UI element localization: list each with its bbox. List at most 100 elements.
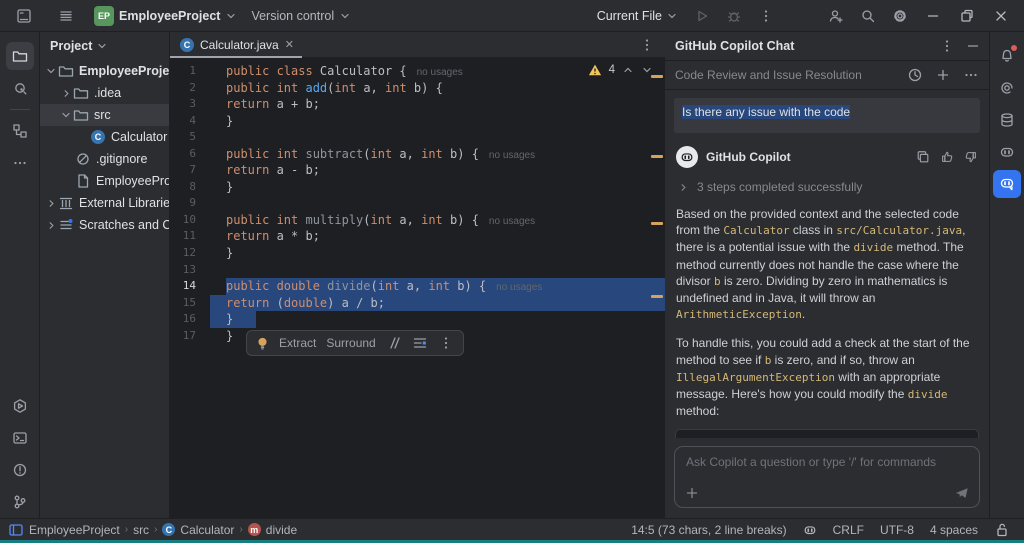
next-problem-icon[interactable] bbox=[641, 64, 653, 76]
chat-history-icon[interactable] bbox=[907, 67, 923, 83]
line-number[interactable]: 15 bbox=[170, 295, 196, 312]
notifications-icon[interactable] bbox=[993, 42, 1021, 70]
thread-more-icon[interactable] bbox=[963, 67, 979, 83]
code-line-9[interactable]: 9 bbox=[170, 195, 665, 212]
extract-button[interactable]: Extract bbox=[279, 336, 316, 350]
terminal-icon[interactable] bbox=[6, 424, 34, 452]
problems-icon[interactable] bbox=[6, 456, 34, 484]
chat-input-field[interactable] bbox=[684, 453, 970, 481]
line-number[interactable]: 14 bbox=[170, 278, 196, 295]
line-number[interactable]: 6 bbox=[170, 146, 196, 163]
settings-gear-icon[interactable] bbox=[886, 3, 914, 29]
prev-problem-icon[interactable] bbox=[622, 64, 634, 76]
project-folder-icon[interactable] bbox=[6, 42, 34, 70]
toolbar-more-icon[interactable] bbox=[438, 335, 454, 351]
copilot-chat-icon[interactable] bbox=[993, 170, 1021, 198]
tree-item-employeeproject-i[interactable]: EmployeeProject.i bbox=[40, 170, 169, 192]
intention-bulb-icon[interactable] bbox=[256, 336, 269, 351]
copy-response-icon[interactable] bbox=[916, 150, 930, 164]
layout-icon[interactable] bbox=[8, 522, 24, 538]
more-actions-icon[interactable] bbox=[752, 3, 780, 29]
window-close-button[interactable] bbox=[986, 3, 1016, 29]
run-configuration-selector[interactable]: Current File bbox=[591, 6, 684, 26]
line-number[interactable]: 17 bbox=[170, 328, 196, 345]
code-line-8[interactable]: 8 } bbox=[170, 179, 665, 196]
inspections-widget[interactable]: 4 bbox=[588, 63, 653, 77]
readonly-lock-icon[interactable] bbox=[994, 522, 1010, 538]
steps-summary[interactable]: 3 steps completed successfully bbox=[678, 180, 978, 194]
code-line-16[interactable]: 16 } bbox=[170, 311, 665, 328]
more-tools-icon[interactable] bbox=[6, 149, 34, 177]
send-message-icon[interactable] bbox=[954, 486, 970, 500]
ai-assistant-icon[interactable] bbox=[993, 74, 1021, 102]
code-line-6[interactable]: 6 public int subtract(int a, int b) {no … bbox=[170, 146, 665, 163]
line-number[interactable]: 16 bbox=[170, 311, 196, 328]
tree-item-external-libraries[interactable]: External Libraries bbox=[40, 192, 169, 214]
code-line-4[interactable]: 4 } bbox=[170, 113, 665, 130]
code-line-10[interactable]: 10 public int multiply(int a, int b) {no… bbox=[170, 212, 665, 229]
line-number[interactable]: 13 bbox=[170, 262, 196, 279]
chevron-down-icon[interactable] bbox=[44, 64, 58, 78]
tab-close-icon[interactable]: ✕ bbox=[285, 38, 294, 51]
usages-inlay-hint[interactable]: no usages bbox=[486, 282, 542, 293]
reformat-icon[interactable] bbox=[412, 335, 428, 351]
code-line-5[interactable]: 5 bbox=[170, 129, 665, 146]
structure-icon[interactable] bbox=[6, 117, 34, 145]
chevron-right-icon[interactable] bbox=[44, 218, 58, 232]
usages-inlay-hint[interactable]: no usages bbox=[479, 216, 535, 227]
chevron-right-icon[interactable] bbox=[44, 196, 58, 210]
database-icon[interactable] bbox=[993, 106, 1021, 134]
version-control-icon[interactable] bbox=[6, 488, 34, 516]
tree-item--gitignore[interactable]: .gitignore bbox=[40, 148, 169, 170]
project-panel-header[interactable]: Project bbox=[40, 32, 169, 60]
project-widget[interactable]: EP EmployeeProject bbox=[94, 6, 237, 26]
line-number[interactable]: 7 bbox=[170, 162, 196, 179]
line-number[interactable]: 11 bbox=[170, 228, 196, 245]
code-line-2[interactable]: 2 public int add(int a, int b) { bbox=[170, 80, 665, 97]
tree-item-employeeproject[interactable]: EmployeeProjectC:\ bbox=[40, 60, 169, 82]
code-line-15[interactable]: 15 return (double) a / b; bbox=[170, 295, 665, 312]
chat-input-box[interactable] bbox=[674, 446, 980, 508]
main-menu-icon[interactable] bbox=[52, 3, 80, 29]
chat-hide-icon[interactable] bbox=[965, 38, 981, 54]
surround-button[interactable]: Surround bbox=[326, 336, 375, 350]
commit-icon[interactable] bbox=[6, 74, 34, 102]
debug-icon[interactable] bbox=[720, 3, 748, 29]
chevron-down-icon[interactable] bbox=[59, 108, 73, 122]
attach-context-icon[interactable] bbox=[684, 485, 700, 501]
line-number[interactable]: 1 bbox=[170, 63, 196, 80]
tab-options-icon[interactable] bbox=[639, 37, 665, 53]
services-icon[interactable] bbox=[6, 392, 34, 420]
code-editor[interactable]: 4 1public class Calculator {no usages2 p… bbox=[170, 58, 665, 518]
line-number[interactable]: 3 bbox=[170, 96, 196, 113]
code-line-11[interactable]: 11 return a * b; bbox=[170, 228, 665, 245]
line-number[interactable]: 5 bbox=[170, 129, 196, 146]
chat-options-icon[interactable] bbox=[939, 38, 955, 54]
thumbs-down-icon[interactable] bbox=[964, 150, 978, 164]
code-line-14[interactable]: 14 public double divide(int a, int b) {n… bbox=[170, 278, 665, 295]
line-number[interactable]: 12 bbox=[170, 245, 196, 262]
copilot-status-icon[interactable] bbox=[803, 523, 817, 537]
editor-tab-calculator[interactable]: C Calculator.java ✕ bbox=[170, 32, 302, 58]
tree-item-src[interactable]: src bbox=[40, 104, 169, 126]
code-line-13[interactable]: 13 bbox=[170, 262, 665, 279]
search-everywhere-icon[interactable] bbox=[854, 3, 882, 29]
code-line-7[interactable]: 7 return a - b; bbox=[170, 162, 665, 179]
encoding-widget[interactable]: UTF-8 bbox=[880, 523, 914, 537]
breadcrumb-src[interactable]: src bbox=[133, 523, 149, 537]
line-number[interactable]: 2 bbox=[170, 80, 196, 97]
line-number[interactable]: 10 bbox=[170, 212, 196, 229]
window-minimize-button[interactable] bbox=[918, 3, 948, 29]
comment-icon[interactable] bbox=[386, 335, 402, 351]
line-number[interactable]: 9 bbox=[170, 195, 196, 212]
copilot-icon[interactable] bbox=[993, 138, 1021, 166]
window-restore-button[interactable] bbox=[952, 3, 982, 29]
code-with-me-icon[interactable] bbox=[822, 3, 850, 29]
indent-widget[interactable]: 4 spaces bbox=[930, 523, 978, 537]
run-icon[interactable] bbox=[688, 3, 716, 29]
breadcrumb-class[interactable]: Calculator bbox=[180, 523, 234, 537]
line-ending-widget[interactable]: CRLF bbox=[833, 523, 864, 537]
code-line-3[interactable]: 3 return a + b; bbox=[170, 96, 665, 113]
chevron-right-icon[interactable] bbox=[59, 86, 73, 100]
new-chat-icon[interactable] bbox=[935, 67, 951, 83]
